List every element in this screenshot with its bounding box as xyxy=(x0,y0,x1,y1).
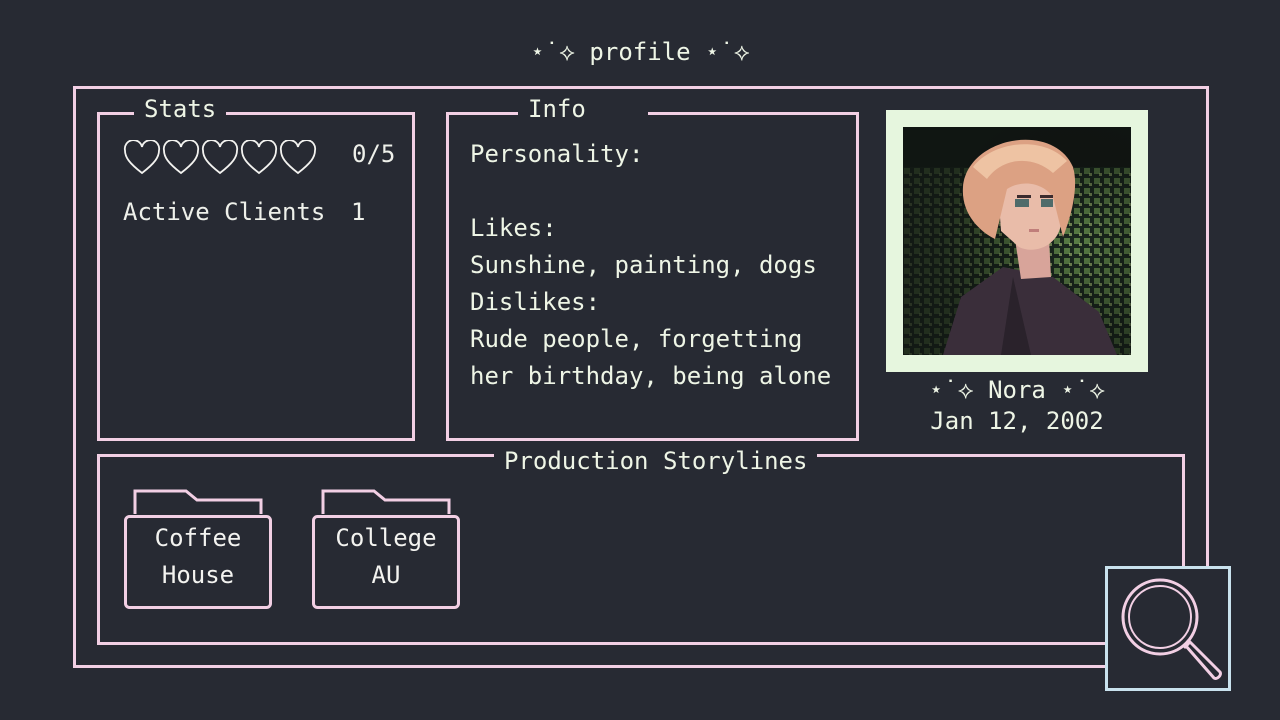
folder-label-line1: College xyxy=(335,524,437,552)
dislikes-label: Dislikes: xyxy=(470,288,601,316)
hearts-count: 0/5 xyxy=(352,140,396,168)
heart-icon xyxy=(123,140,161,175)
heart-icon xyxy=(240,140,278,175)
dislikes-value-line2: her birthday, being alone xyxy=(470,362,832,390)
stats-legend: Stats xyxy=(134,95,227,123)
personality-label: Personality: xyxy=(470,140,644,168)
folder-label-line2: AU xyxy=(371,561,401,589)
heart-icon xyxy=(162,140,200,175)
folder-label-line1: Coffee xyxy=(154,524,242,552)
character-portrait-frame xyxy=(886,110,1148,372)
folder-label-line2: House xyxy=(161,561,235,589)
character-birthday: Jan 12, 2002 xyxy=(930,407,1104,435)
character-portrait xyxy=(903,127,1131,355)
heart-icon xyxy=(201,140,239,175)
folder-college-au[interactable]: College AU xyxy=(311,488,461,610)
character-name: ⋆˙⟡ Nora ⋆˙⟡ xyxy=(928,376,1106,404)
active-clients-value: 1 xyxy=(351,198,366,226)
storylines-legend: Production Storylines xyxy=(494,447,818,475)
folder-coffee-house[interactable]: Coffee House xyxy=(123,488,273,610)
info-legend: Info xyxy=(518,95,648,123)
likes-value: Sunshine, painting, dogs xyxy=(470,251,817,279)
likes-label: Likes: xyxy=(470,214,557,242)
magnifier-icon xyxy=(1121,578,1222,680)
search-button[interactable] xyxy=(1105,566,1231,691)
affection-hearts xyxy=(123,140,317,176)
page-title: ⋆˙⟡ profile ⋆˙⟡ xyxy=(530,38,750,66)
heart-icon xyxy=(279,140,317,175)
dislikes-value-line1: Rude people, forgetting xyxy=(470,325,803,353)
active-clients-label: Active Clients xyxy=(123,198,326,226)
portrait-image xyxy=(903,127,1131,355)
